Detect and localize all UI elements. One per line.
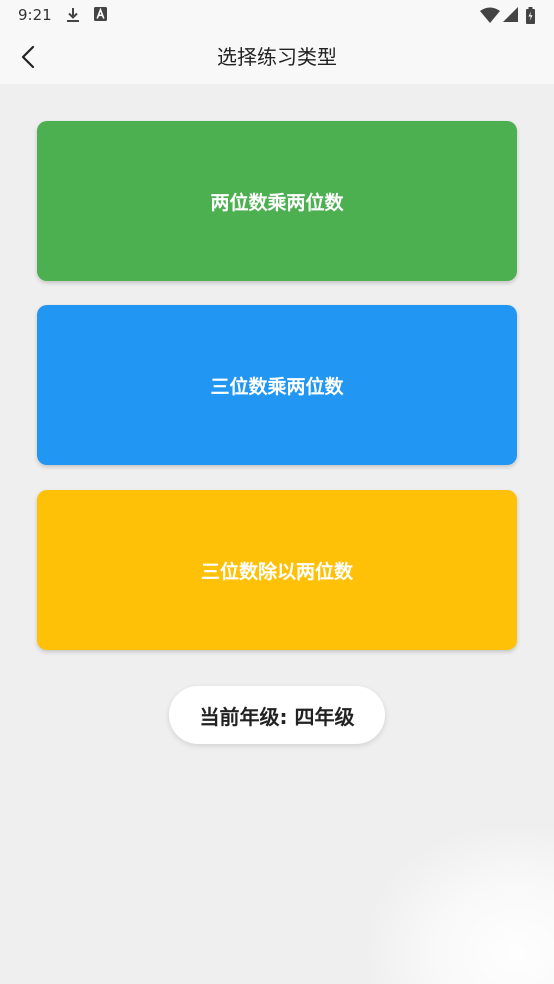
practice-card-three-by-two-multiply[interactable]: 三位数乘两位数	[37, 305, 517, 465]
page-title: 选择练习类型	[217, 45, 337, 69]
current-grade-badge: 当前年级: 四年级	[169, 686, 385, 744]
practice-card-label: 三位数乘两位数	[210, 375, 344, 398]
battery-icon	[526, 7, 535, 24]
practice-card-two-by-two-multiply[interactable]: 两位数乘两位数	[37, 121, 517, 281]
status-bar: 9:21	[0, 0, 554, 30]
back-button[interactable]	[8, 36, 48, 78]
current-grade-text: 当前年级: 四年级	[199, 704, 355, 729]
practice-card-three-by-two-divide[interactable]: 三位数除以两位数	[37, 490, 517, 650]
screen-glare	[370, 830, 554, 984]
wifi-icon	[480, 7, 500, 23]
app-bar: 选择练习类型	[0, 30, 554, 84]
practice-card-label: 两位数乘两位数	[210, 191, 344, 214]
signal-icon	[503, 7, 518, 22]
chevron-left-icon	[21, 45, 35, 69]
download-icon	[67, 8, 79, 22]
a-notification-icon	[94, 7, 107, 21]
practice-card-label: 三位数除以两位数	[200, 560, 353, 583]
status-time: 9:21	[18, 6, 52, 24]
